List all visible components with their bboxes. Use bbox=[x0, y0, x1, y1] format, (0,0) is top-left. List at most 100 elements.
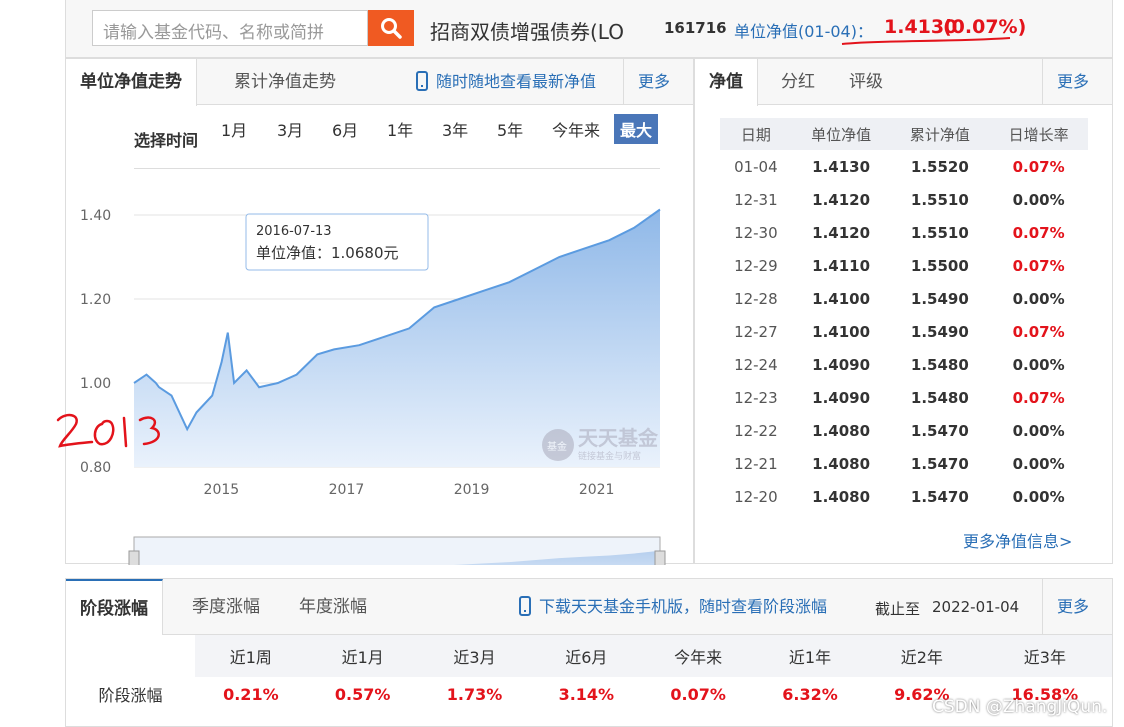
nav-area-chart[interactable]: 1.40 1.20 1.00 0.80 2015 2017 2019 2021 基金 天天基… bbox=[66, 145, 693, 565]
range-option-4[interactable]: 3年 bbox=[442, 117, 468, 141]
range-option-2[interactable]: 6月 bbox=[332, 117, 358, 141]
perf-cell: 3.14% bbox=[558, 684, 615, 704]
nav-cell: 0.07% bbox=[1012, 157, 1065, 176]
nav-cell: 1.5470 bbox=[910, 454, 969, 473]
range-option-7[interactable]: 最大 bbox=[614, 114, 659, 144]
tab-nav[interactable]: 净值 bbox=[695, 59, 758, 106]
range-option-3[interactable]: 1年 bbox=[387, 117, 413, 141]
nav-cell: 01-04 bbox=[734, 157, 778, 176]
x-tick-label: 2017 bbox=[329, 482, 365, 498]
nav-cell: 1.5470 bbox=[910, 487, 969, 506]
tab-rating[interactable]: 评级 bbox=[835, 59, 897, 105]
nav-row: 12-24 1.4090 1.5480 0.00% bbox=[720, 348, 1088, 381]
nav-row: 12-29 1.4110 1.5500 0.07% bbox=[720, 249, 1088, 282]
tooltip-date: 2016-07-13 bbox=[256, 224, 332, 239]
nav-row: 12-20 1.4080 1.5470 0.00% bbox=[720, 480, 1088, 513]
search-button[interactable] bbox=[368, 10, 414, 46]
perf-more-link[interactable]: 更多> bbox=[1042, 579, 1112, 672]
tooltip-value: 单位净值：1.0680元 bbox=[256, 244, 399, 262]
nav-col-header-0: 日期 bbox=[720, 118, 792, 150]
nav-cell: 0.00% bbox=[1012, 454, 1065, 473]
chart-tabs: 单位净值走势 累计净值走势 随时随地查看最新净值 更多> bbox=[66, 59, 693, 137]
tab-period-returns[interactable]: 阶段涨幅 bbox=[66, 579, 163, 636]
perf-cell: 6.32% bbox=[782, 684, 838, 704]
x-tick-label: 2021 bbox=[579, 482, 615, 498]
range-option-1[interactable]: 3月 bbox=[277, 117, 303, 141]
nav-row: 01-04 1.4130 1.5520 0.07% bbox=[720, 150, 1088, 183]
nav-change: (0.07%) bbox=[943, 16, 1027, 38]
phone-icon bbox=[519, 596, 531, 616]
nav-cell: 1.5490 bbox=[910, 322, 969, 341]
phone-icon bbox=[416, 71, 428, 91]
nav-cell: 0.00% bbox=[1012, 487, 1065, 506]
nav-cell: 1.4090 bbox=[812, 388, 871, 407]
nav-cell: 0.07% bbox=[1012, 223, 1065, 242]
nav-cell: 1.4080 bbox=[812, 487, 871, 506]
range-navigator[interactable]: 2014-01 2019-01 bbox=[128, 536, 666, 565]
nav-row: 12-28 1.4100 1.5490 0.00% bbox=[720, 282, 1088, 315]
nav-col-header-1: 单位净值 bbox=[791, 118, 891, 150]
asof-label: 截止至 bbox=[875, 600, 921, 618]
nav-cell: 1.5480 bbox=[910, 355, 969, 374]
y-tick-label: 1.40 bbox=[80, 208, 111, 224]
app-promo-text: 随时随地查看最新净值 bbox=[436, 72, 597, 91]
tab-unit-nav-trend[interactable]: 单位净值走势 bbox=[66, 59, 197, 106]
chart-tooltip: 2016-07-13 单位净值：1.0680元 bbox=[245, 213, 429, 271]
nav-tabs: 净值 分红 评级 更多> bbox=[695, 59, 1112, 137]
perf-col-header-2: 近1月 bbox=[306, 635, 419, 677]
tab-annual-returns[interactable]: 年度涨幅 bbox=[285, 579, 381, 635]
y-tick-label: 0.80 bbox=[80, 460, 111, 476]
nav-cell: 12-28 bbox=[734, 289, 778, 308]
more-nav-info-link[interactable]: 更多净值信息> bbox=[963, 528, 1072, 552]
nav-cell: 0.00% bbox=[1012, 355, 1065, 374]
perf-col-header-5: 今年来 bbox=[642, 635, 755, 677]
nav-chart-panel: 单位净值走势 累计净值走势 随时随地查看最新净值 更多> 选择时间 1月3月6月… bbox=[65, 58, 694, 565]
y-tick-label: 1.20 bbox=[80, 292, 111, 308]
nav-row: 12-31 1.4120 1.5510 0.00% bbox=[720, 183, 1088, 216]
nav-cell: 0.07% bbox=[1012, 322, 1065, 341]
tab-quarterly-returns[interactable]: 季度涨幅 bbox=[178, 579, 274, 635]
nav-more-link[interactable]: 更多> bbox=[1042, 59, 1112, 137]
nav-row: 12-30 1.4120 1.5510 0.07% bbox=[720, 216, 1088, 249]
app-promo-link[interactable]: 随时随地查看最新净值 bbox=[416, 59, 596, 105]
csdn-watermark: CSDN @ZhangJiQun. bbox=[932, 697, 1108, 717]
asof-date: 2022-01-04 bbox=[932, 598, 1020, 616]
x-tick-label: 2019 bbox=[454, 482, 490, 498]
nav-cell: 1.5500 bbox=[910, 256, 969, 275]
x-tick-label: 2015 bbox=[204, 482, 240, 498]
nav-row: 12-23 1.4090 1.5480 0.07% bbox=[720, 381, 1088, 414]
navigator-left-handle[interactable] bbox=[128, 550, 140, 565]
nav-cell: 1.5480 bbox=[910, 388, 969, 407]
watermark-title: 天天基金 bbox=[578, 426, 659, 450]
perf-tabs: 阶段涨幅 季度涨幅 年度涨幅 下载天天基金手机版，随时查看阶段涨幅 截止至 20… bbox=[66, 579, 1112, 672]
nav-cell: 12-21 bbox=[734, 454, 778, 473]
perf-col-header-0 bbox=[66, 635, 195, 677]
perf-app-promo[interactable]: 下载天天基金手机版，随时查看阶段涨幅 bbox=[519, 579, 827, 635]
range-option-5[interactable]: 5年 bbox=[497, 117, 523, 141]
tab-cumulative-nav-trend[interactable]: 累计净值走势 bbox=[220, 59, 350, 105]
chart-more-link[interactable]: 更多> bbox=[623, 59, 693, 137]
navigator-right-handle[interactable] bbox=[654, 550, 666, 565]
nav-col-header-3: 日增长率 bbox=[989, 118, 1088, 150]
nav-col-header-2: 累计净值 bbox=[890, 118, 990, 150]
perf-col-header-7: 近2年 bbox=[865, 635, 978, 677]
nav-cell: 1.5470 bbox=[910, 421, 969, 440]
nav-cell: 0.00% bbox=[1012, 190, 1065, 209]
y-tick-label: 1.00 bbox=[80, 376, 111, 392]
nav-cell: 12-27 bbox=[734, 322, 778, 341]
tab-dividend[interactable]: 分红 bbox=[767, 59, 829, 105]
nav-cell: 12-24 bbox=[734, 355, 778, 374]
nav-cell: 12-29 bbox=[734, 256, 778, 275]
nav-cell: 0.00% bbox=[1012, 289, 1065, 308]
perf-cell: 阶段涨幅 bbox=[98, 686, 163, 705]
nav-cell: 1.5510 bbox=[910, 190, 969, 209]
nav-table-panel: 净值 分红 评级 更多> 日期单位净值累计净值日增长率 01-04 1.4130 1… bbox=[694, 58, 1113, 564]
nav-row: 12-27 1.4100 1.5490 0.07% bbox=[720, 315, 1088, 348]
nav-cell: 1.4100 bbox=[812, 289, 871, 308]
perf-cell: 0.07% bbox=[670, 684, 726, 704]
perf-col-header-8: 近3年 bbox=[977, 635, 1112, 677]
fund-search-input[interactable]: 请输入基金代码、名称或简拼 bbox=[92, 10, 368, 46]
nav-cell: 1.4080 bbox=[812, 421, 871, 440]
range-option-0[interactable]: 1月 bbox=[221, 117, 247, 141]
range-option-6[interactable]: 今年来 bbox=[552, 117, 600, 141]
